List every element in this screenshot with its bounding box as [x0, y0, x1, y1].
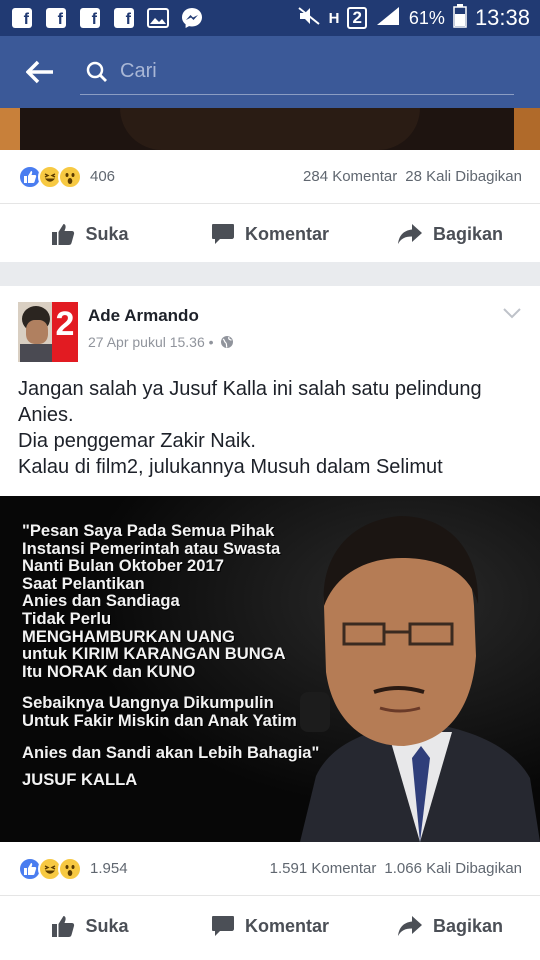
- thumbs-up-icon: [52, 224, 75, 245]
- post-image[interactable]: "Pesan Saya Pada Semua Pihak Instansi Pe…: [0, 496, 540, 842]
- post-card: 2 Ade Armando 27 Apr pukul 15.36 • Janga…: [0, 286, 540, 960]
- chevron-down-icon: [503, 308, 521, 319]
- quote-line: MENGHAMBURKAN UANG: [22, 626, 235, 646]
- comment-button[interactable]: Komentar: [180, 915, 360, 937]
- comment-button[interactable]: Komentar: [180, 223, 360, 245]
- action-bar: Suka Komentar Bagikan: [0, 204, 540, 264]
- like-button[interactable]: Suka: [0, 915, 180, 937]
- avatar[interactable]: 2: [18, 302, 78, 362]
- share-count[interactable]: 28 Kali Dibagikan: [405, 168, 522, 185]
- mute-icon: [297, 6, 321, 31]
- quote-line: Anies dan Sandiaga: [22, 591, 180, 611]
- like-button[interactable]: Suka: [0, 223, 180, 245]
- quote-line: Itu NORAK dan KUNO: [22, 661, 196, 681]
- action-bar: Suka Komentar Bagikan: [0, 896, 540, 956]
- network-type: H: [328, 9, 340, 27]
- image-quote: "Pesan Saya Pada Semua Pihak Instansi Pe…: [22, 522, 319, 789]
- quote-line: Untuk Fakir Miskin dan Anak Yatim: [22, 710, 297, 730]
- post-text-line: Jangan salah ya Jusuf Kalla ini salah sa…: [18, 378, 482, 400]
- wow-reaction-icon: [58, 164, 82, 189]
- previous-post-footer: 406 284 Komentar 28 Kali Dibagikan Suka …: [0, 150, 540, 262]
- facebook-notification-icon: f: [10, 7, 34, 29]
- comment-count[interactable]: 284 Komentar: [303, 168, 397, 185]
- comment-icon: [211, 224, 234, 244]
- share-label: Bagikan: [432, 915, 504, 936]
- comment-icon: [211, 916, 234, 936]
- facebook-notification-icon: f: [44, 7, 68, 29]
- sim-indicator: 2: [347, 7, 367, 29]
- quote-line: Saat Pelantikan: [22, 573, 145, 593]
- search-placeholder: Cari: [120, 60, 157, 82]
- signal-icon: [375, 5, 401, 32]
- like-label: Suka: [85, 223, 129, 244]
- search-icon: [86, 61, 107, 82]
- quote-line: Anies dan Sandi akan Lebih Bahagia": [22, 742, 320, 762]
- post-timestamp[interactable]: 27 Apr pukul 15.36 •: [88, 334, 214, 350]
- top-bar: Cari: [0, 36, 540, 108]
- status-bar: f f f f H 2 61% 13:38: [0, 0, 540, 36]
- clock: 13:38: [474, 5, 530, 30]
- quote-signature: JUSUF KALLA: [22, 770, 138, 790]
- share-button[interactable]: Bagikan: [360, 223, 540, 245]
- post-header: 2 Ade Armando 27 Apr pukul 15.36 •: [0, 286, 540, 368]
- quote-line: "Pesan Saya Pada Semua Pihak: [22, 521, 275, 540]
- quote-line: untuk KIRIM KARANGAN BUNGA: [22, 644, 286, 664]
- back-button[interactable]: [0, 36, 80, 108]
- post-text: Jangan salah ya Jusuf Kalla ini salah sa…: [0, 368, 540, 496]
- share-icon: [397, 916, 422, 936]
- post-text-line: Kalau di film2, julukannya Musuh dalam S…: [18, 456, 443, 478]
- quote-line: Tidak Perlu: [22, 608, 112, 628]
- post-text-line: Anies.: [18, 404, 74, 426]
- like-label: Suka: [85, 915, 129, 936]
- facebook-notification-icon: f: [112, 7, 136, 29]
- back-arrow-icon: [26, 60, 53, 84]
- reaction-count: 406: [90, 168, 116, 185]
- share-label: Bagikan: [432, 223, 504, 244]
- reaction-count: 1.954: [90, 860, 128, 877]
- comment-label: Komentar: [244, 223, 329, 244]
- battery-icon: [453, 3, 467, 33]
- share-count[interactable]: 1.066 Kali Dibagikan: [384, 860, 522, 877]
- reaction-summary[interactable]: 406 284 Komentar 28 Kali Dibagikan: [0, 150, 540, 204]
- gallery-icon: [146, 7, 170, 29]
- reaction-summary[interactable]: 1.954 1.591 Komentar 1.066 Kali Dibagika…: [0, 842, 540, 896]
- battery-percent: 61%: [408, 7, 445, 28]
- messenger-icon: [180, 7, 204, 29]
- thumbs-up-icon: [52, 916, 75, 937]
- quote-line: Nanti Bulan Oktober 2017: [22, 556, 224, 576]
- facebook-notification-icon: f: [78, 7, 102, 29]
- share-icon: [397, 224, 422, 244]
- wow-reaction-icon: [58, 856, 82, 881]
- quote-line: Sebaiknya Uangnya Dikumpulin: [22, 693, 274, 713]
- globe-icon: [220, 336, 233, 348]
- post-options-button[interactable]: [502, 306, 522, 368]
- previous-post-image[interactable]: [0, 108, 540, 150]
- comment-count[interactable]: 1.591 Komentar: [270, 860, 377, 877]
- comment-label: Komentar: [244, 915, 329, 936]
- share-button[interactable]: Bagikan: [360, 915, 540, 937]
- quote-line: Instansi Pemerintah atau Swasta: [22, 538, 281, 558]
- post-text-line: Dia penggemar Zakir Naik.: [18, 430, 256, 452]
- post-author[interactable]: Ade Armando: [88, 306, 234, 326]
- search-input[interactable]: Cari: [80, 49, 514, 95]
- avatar-badge: 2: [52, 302, 78, 362]
